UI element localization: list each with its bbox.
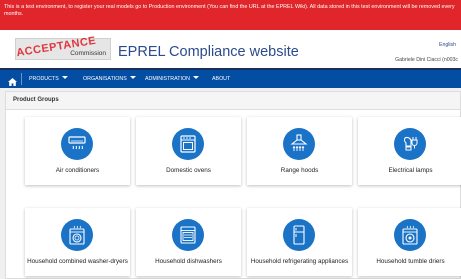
product-group-tile[interactable]: Domestic ovens <box>136 117 241 185</box>
nav-administration[interactable]: ADMINISTRATION <box>145 70 199 88</box>
product-group-label: Household refrigerating appliances <box>250 258 349 265</box>
refrigerator-icon <box>283 219 315 251</box>
product-group-label: Household tumble driers <box>376 258 445 265</box>
oven-icon <box>172 128 204 160</box>
chevron-down-icon <box>129 76 136 79</box>
product-group-label: Domestic ovens <box>166 167 211 174</box>
product-group-tile[interactable]: Household tumble driers <box>358 208 461 276</box>
nav-organisations[interactable]: ORGANISATIONS <box>83 70 136 88</box>
nav-administration-label: ADMINISTRATION <box>145 76 190 82</box>
product-group-tile[interactable]: Household refrigerating appliances <box>247 208 352 276</box>
test-environment-banner: This is a test environment, to register … <box>0 0 461 30</box>
panel-title: Product Groups <box>13 97 59 103</box>
product-group-label: Electrical lamps <box>388 167 433 174</box>
home-icon[interactable] <box>8 73 22 86</box>
product-group-tile[interactable]: Electrical lamps <box>358 117 461 185</box>
language-selector[interactable]: English <box>439 42 456 48</box>
banner-text: This is a test environment, to register … <box>4 4 455 17</box>
tumble-drier-icon <box>394 219 426 251</box>
nav-organisations-label: ORGANISATIONS <box>83 76 127 82</box>
panel-header: Product Groups <box>6 92 460 110</box>
chevron-down-icon <box>61 76 68 79</box>
product-group-label: Household dishwashers <box>155 258 222 265</box>
nav-products-label: PRODUCTS <box>29 76 59 82</box>
nav-about-label: ABOUT <box>212 76 231 82</box>
nav-products[interactable]: PRODUCTS <box>29 70 68 88</box>
dishwasher-icon <box>172 219 204 251</box>
product-group-tile[interactable]: Air conditioners <box>25 117 130 185</box>
chevron-down-icon <box>192 76 199 79</box>
site-header: ACCEPTANCE Commission EPREL Compliance w… <box>0 30 461 68</box>
main-navbar: PRODUCTS ORGANISATIONS ADMINISTRATION AB… <box>0 68 461 88</box>
site-title: EPREL Compliance website <box>118 44 299 60</box>
air-conditioner-icon <box>61 128 93 160</box>
product-group-label: Range hoods <box>280 167 319 174</box>
washer-dryer-icon <box>61 219 93 251</box>
commission-logo[interactable]: ACCEPTANCE Commission <box>15 35 111 60</box>
product-group-label: Household combined washer-dryers <box>27 258 128 265</box>
lamp-icon <box>394 128 426 160</box>
product-group-tile[interactable]: Household dishwashers <box>136 208 241 276</box>
product-groups-panel: Product Groups Air conditioners Domestic… <box>5 91 461 279</box>
range-hood-icon <box>283 128 315 160</box>
nav-about[interactable]: ABOUT <box>212 70 230 88</box>
product-group-tile[interactable]: Household combined washer-dryers <box>25 208 130 276</box>
product-group-tile[interactable]: Range hoods <box>247 117 352 185</box>
product-group-label: Air conditioners <box>55 167 100 174</box>
user-name[interactable]: Gabriele Dini Ciacci (n003c <box>395 57 458 63</box>
commission-label: Commission <box>70 50 106 57</box>
